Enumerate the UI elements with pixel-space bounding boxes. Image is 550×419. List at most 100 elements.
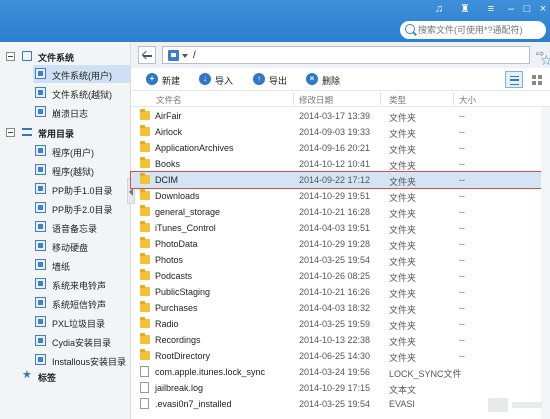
sidebar-section-common-dirs[interactable]: 常用目录 [0, 123, 131, 141]
table-row[interactable]: Purchases 2014-04-03 18:32 文件夹 -- [131, 300, 541, 316]
column-modified[interactable]: 修改日期 [299, 94, 333, 106]
table-row[interactable]: iTunes_Control 2014-04-03 19:51 文件夹 -- [131, 220, 541, 236]
folder-icon [140, 157, 150, 168]
cell-name: RootDirectory [155, 351, 211, 361]
cell-type: LOCK_SYNC文件 [389, 369, 462, 379]
import-button[interactable]: ↓ 导入 [199, 72, 239, 87]
cell-modified: 2014-09-16 20:21 [299, 143, 371, 153]
cell-type: 文件夹 [389, 193, 417, 203]
table-row[interactable]: AirFair 2014-03-17 13:39 文件夹 -- [131, 108, 541, 124]
cell-name: com.apple.itunes.lock_sync [155, 367, 266, 377]
sidebar-item-pxl-junk[interactable]: PXL垃圾目录 [33, 313, 130, 331]
sidebar-item-wallpaper[interactable]: 墙纸 [33, 256, 130, 274]
export-button[interactable]: ↑ 导出 [253, 72, 293, 87]
table-row[interactable]: RootDirectory 2014-06-25 14:30 文件夹 -- [131, 348, 541, 364]
column-separator[interactable] [380, 93, 381, 105]
table-row[interactable]: general_storage 2014-10-21 16:28 文件夹 -- [131, 204, 541, 220]
sidebar-item-sms-tones[interactable]: 系统短信铃声 [33, 294, 130, 312]
chevron-down-icon[interactable] [182, 54, 188, 58]
new-folder-icon: + [146, 73, 158, 85]
folder-icon [140, 269, 150, 280]
cell-type: 文本文 [389, 385, 417, 395]
table-row[interactable]: Radio 2014-03-25 19:59 文件夹 -- [131, 316, 541, 332]
column-size[interactable]: 大小 [459, 94, 476, 106]
table-row[interactable]: PublicStaging 2014-10-21 16:26 文件夹 -- [131, 284, 541, 300]
cell-size: -- [459, 271, 465, 281]
cell-size: -- [459, 351, 465, 361]
table-row[interactable]: Photos 2014-03-25 19:54 文件夹 -- [131, 252, 541, 268]
cell-size: -- [459, 175, 465, 185]
column-header: 文件名 修改日期 类型 大小 [131, 91, 550, 107]
sidebar-item-apps-jailbreak[interactable]: 程序(越狱) [33, 161, 130, 179]
grid-view-icon[interactable] [528, 71, 546, 88]
folder-icon [140, 141, 150, 152]
toolbar: + 新建 ↓ 导入 ↑ 导出 × 删除 [131, 68, 550, 91]
minimize-icon[interactable]: – [504, 2, 518, 16]
close-icon[interactable]: × [536, 2, 550, 16]
cell-modified: 2014-03-25 19:54 [299, 399, 371, 409]
sidebar-item-label: PXL垃圾目录 [52, 319, 106, 329]
table-row[interactable]: Books 2014-10-12 10:41 文件夹 -- [131, 156, 541, 172]
table-row[interactable]: ApplicationArchives 2014-09-16 20:21 文件夹 -- [131, 140, 541, 156]
app-icon [35, 145, 46, 156]
sidebar-item-ringtones[interactable]: 系统来电铃声 [33, 275, 130, 293]
column-separator[interactable] [453, 93, 454, 105]
sidebar-item-crash-logs[interactable]: 崩溃日志 [33, 103, 130, 121]
sidebar: 文件系统 文件系统(用户) 文件系统(越狱) 崩溃日志 常用目录 程序(用户) … [0, 42, 131, 419]
search-input[interactable] [418, 23, 542, 37]
cell-name: PublicStaging [155, 287, 211, 297]
table-row[interactable]: jailbreak.log 2014-10-29 17:15 文本文 [131, 380, 541, 396]
collapse-toggle-icon[interactable] [6, 52, 15, 61]
music-icon[interactable]: ♫ [432, 2, 446, 16]
cell-type: 文件夹 [389, 113, 417, 123]
menu-icon[interactable]: ≡ [484, 2, 498, 16]
app-icon [35, 164, 46, 175]
column-name[interactable]: 文件名 [156, 94, 182, 106]
table-row[interactable]: Recordings 2014-10-13 22:38 文件夹 -- [131, 332, 541, 348]
cell-type: 文件夹 [389, 209, 417, 219]
watermark [488, 396, 543, 414]
maximize-icon[interactable]: □ [520, 2, 534, 16]
microphone-icon [35, 221, 46, 232]
table-row[interactable]: com.apple.itunes.lock_sync 2014-03-24 19:… [131, 364, 541, 380]
table-row[interactable]: .evasi0n7_installed 2014-03-25 19:54 EVASI [131, 396, 541, 412]
sidebar-item-voice-memos[interactable]: 语音备忘录 [33, 218, 130, 236]
import-button-label: 导入 [215, 76, 234, 86]
sidebar-item-label: PP助手2.0目录 [52, 205, 113, 215]
sidebar-item-usb-disk[interactable]: 移动硬盘 [33, 237, 130, 255]
shirt-icon[interactable]: ♜ [458, 2, 472, 16]
sidebar-item-filesystem-jailbreak[interactable]: 文件系统(越狱) [33, 84, 130, 102]
column-separator[interactable] [293, 93, 294, 105]
list-view-icon[interactable] [505, 71, 523, 88]
title-bar: ♫ ♜ ≡ – □ × [0, 0, 550, 42]
sidebar-section-filesystem[interactable]: 文件系统 [0, 47, 131, 65]
table-row[interactable]: DCIM 2014-09-22 17:12 文件夹 -- [130, 171, 542, 189]
table-row[interactable]: Airlock 2014-09-03 19:33 文件夹 -- [131, 124, 541, 140]
sidebar-item-filesystem-user[interactable]: 文件系统(用户) [33, 65, 130, 83]
column-type[interactable]: 类型 [389, 94, 406, 106]
cell-type: 文件夹 [389, 353, 417, 363]
new-button[interactable]: + 新建 [146, 72, 186, 87]
list-icon [22, 128, 32, 136]
search-icon[interactable] [405, 24, 415, 34]
sidebar-item-cydia-dir[interactable]: Cydia安装目录 [33, 332, 130, 350]
cell-name: Books [155, 159, 181, 169]
usb-drive-icon [35, 240, 46, 251]
pp-icon [35, 183, 46, 194]
cell-modified: 2014-09-22 17:12 [299, 175, 371, 185]
sidebar-item-apps-user[interactable]: 程序(用户) [33, 142, 130, 160]
navigate-button[interactable]: ⇨ [533, 46, 547, 64]
sidebar-item-pp1-dir[interactable]: PP助手1.0目录 [33, 180, 130, 198]
sidebar-item-pp2-dir[interactable]: PP助手2.0目录 [33, 199, 130, 217]
vertical-scrollbar[interactable] [541, 107, 550, 419]
collapse-toggle-icon[interactable] [6, 128, 15, 137]
sidebar-section-tags[interactable]: ★ 标签 [0, 367, 131, 385]
back-button[interactable] [138, 46, 156, 64]
table-row[interactable]: PhotoData 2014-10-29 19:28 文件夹 -- [131, 236, 541, 252]
table-row[interactable]: Podcasts 2014-10-26 08:25 文件夹 -- [131, 268, 541, 284]
address-bar[interactable]: / ☆ [162, 46, 550, 68]
cell-type: EVASI [389, 399, 415, 409]
sidebar-item-label: 文件系统(越狱) [52, 90, 112, 100]
delete-button[interactable]: × 删除 [306, 72, 346, 87]
table-row[interactable]: Downloads 2014-10-29 19:51 文件夹 -- [131, 188, 541, 204]
